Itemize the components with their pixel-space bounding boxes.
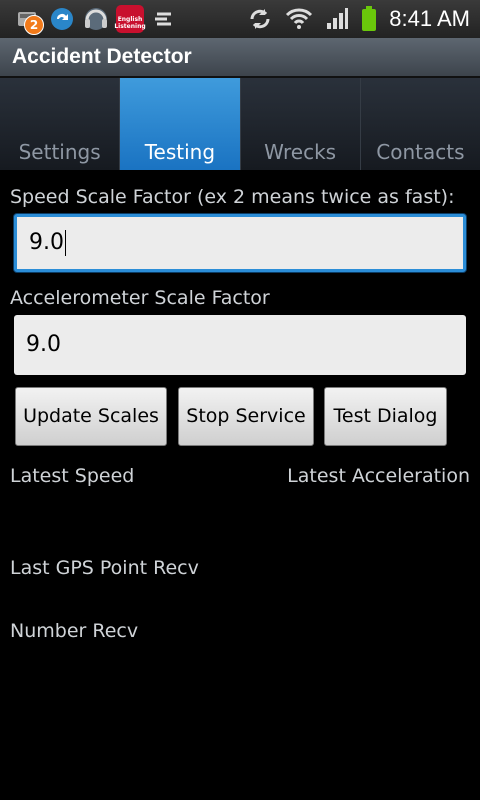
wifi-icon: [286, 8, 313, 29]
tab-wrecks[interactable]: Wrecks: [240, 78, 361, 170]
status-time: 8:41 AM: [389, 6, 470, 31]
tab-contacts[interactable]: Contacts: [360, 78, 480, 170]
stop-service-button[interactable]: Stop Service: [178, 387, 314, 446]
update-scales-button[interactable]: Update Scales: [15, 387, 167, 446]
accelerometer-scale-label: Accelerometer Scale Factor: [10, 287, 270, 309]
tab-wrecks-label: Wrecks: [264, 140, 337, 164]
test-dialog-button[interactable]: Test Dialog: [324, 387, 447, 446]
accelerometer-scale-input[interactable]: 9.0: [14, 315, 466, 375]
app-title: Accident Detector: [12, 45, 192, 68]
headphones-icon: [85, 8, 107, 30]
battery-icon: [362, 6, 377, 31]
speed-scale-label: Speed Scale Factor (ex 2 means twice as …: [10, 186, 455, 208]
signal-strength-icon: [327, 8, 349, 29]
last-gps-point-label: Last GPS Point Recv: [10, 557, 199, 579]
status-bar: 2 English Listening 8:41 AM: [0, 0, 480, 38]
sync-icon: [250, 9, 270, 29]
tab-bar: Settings Testing Wrecks Contacts: [0, 76, 480, 170]
sync-app-icon[interactable]: [48, 5, 76, 33]
latest-acceleration-label: Latest Acceleration: [287, 465, 470, 487]
accelerometer-scale-value: 9.0: [26, 332, 61, 357]
e-app-icon[interactable]: [150, 5, 178, 33]
english-listening-app-icon[interactable]: English Listening: [114, 5, 146, 33]
tab-testing-label: Testing: [144, 140, 216, 164]
tab-contacts-label: Contacts: [376, 140, 465, 164]
app-title-bar: Accident Detector: [0, 38, 480, 76]
headphones-app-icon[interactable]: [82, 5, 110, 33]
storage-notification-icon[interactable]: 2: [14, 5, 44, 35]
tab-settings[interactable]: Settings: [0, 78, 121, 170]
tab-settings-label: Settings: [18, 140, 101, 164]
tab-testing[interactable]: Testing: [120, 78, 241, 170]
speed-scale-value: 9.0: [29, 230, 64, 255]
speed-scale-input[interactable]: 9.0: [14, 214, 466, 272]
notification-count-badge: 2: [24, 15, 44, 35]
number-recv-label: Number Recv: [10, 620, 139, 642]
latest-speed-label: Latest Speed: [10, 465, 135, 487]
notification-icons: 2 English Listening: [14, 4, 178, 35]
system-icons: 8:41 AM: [247, 0, 470, 38]
circular-arrow-icon: [51, 8, 73, 30]
stylized-e-icon: [155, 12, 171, 26]
text-caret: [65, 230, 66, 256]
english-listening-label: English Listening: [114, 16, 146, 30]
